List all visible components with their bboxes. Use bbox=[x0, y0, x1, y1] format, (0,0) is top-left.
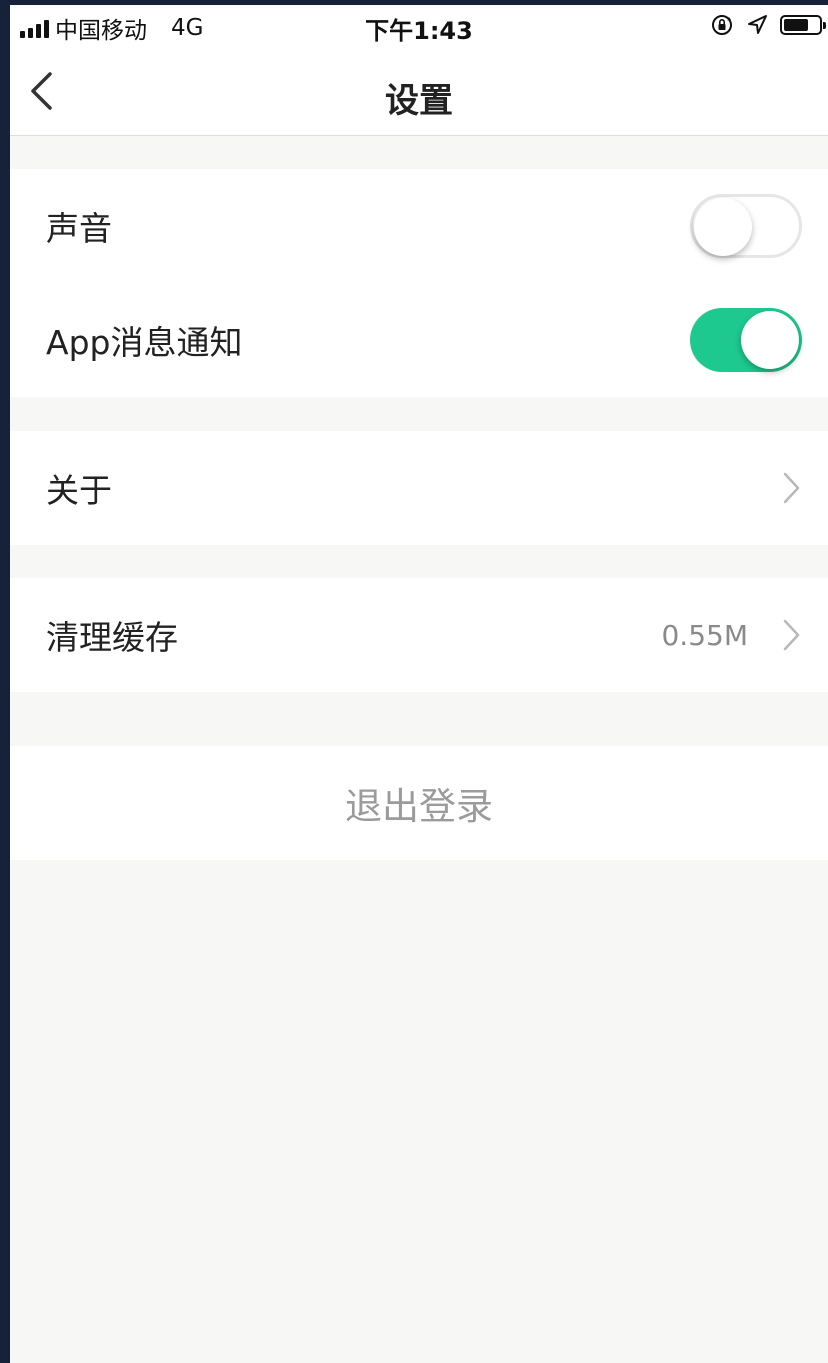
status-left: 中国移动 4G bbox=[20, 11, 203, 45]
about-label: 关于 bbox=[46, 471, 112, 510]
logout-button[interactable]: 退出登录 bbox=[10, 746, 828, 860]
orientation-lock-icon bbox=[712, 15, 732, 35]
app-notification-label: App消息通知 bbox=[46, 323, 243, 362]
sound-toggle[interactable] bbox=[690, 194, 802, 258]
status-right bbox=[710, 13, 826, 37]
page-title: 设置 bbox=[385, 81, 453, 121]
settings-group-cache: 清理缓存 0.55M bbox=[10, 578, 828, 692]
settings-group-toggles: 声音 App消息通知 bbox=[10, 169, 828, 397]
app-notification-row: App消息通知 bbox=[10, 283, 828, 397]
signal-icon bbox=[20, 18, 49, 38]
settings-group-about: 关于 bbox=[10, 431, 828, 545]
cache-size-value: 0.55M bbox=[661, 618, 748, 652]
toggle-knob bbox=[741, 311, 799, 369]
carrier-name: 中国移动 bbox=[55, 18, 147, 44]
settings-group-logout: 退出登录 bbox=[10, 746, 828, 860]
toggle-knob bbox=[694, 198, 752, 256]
clear-cache-label: 清理缓存 bbox=[46, 618, 178, 657]
navigation-bar: 设置 bbox=[10, 47, 828, 136]
battery-icon bbox=[780, 15, 826, 35]
status-bar: 中国移动 4G 下午1:43 bbox=[10, 5, 828, 47]
network-type: 4G bbox=[171, 15, 204, 41]
sound-setting-label: 声音 bbox=[46, 209, 112, 248]
chevron-right-icon bbox=[783, 619, 800, 651]
sound-setting-row: 声音 bbox=[10, 169, 828, 283]
app-screen: 中国移动 4G 下午1:43 设置 声音 App消息通知 关于 清理缓存 0.5… bbox=[10, 5, 828, 1363]
location-arrow-icon bbox=[748, 15, 767, 34]
clear-cache-row[interactable]: 清理缓存 0.55M bbox=[10, 578, 828, 692]
app-notification-toggle[interactable] bbox=[690, 308, 802, 372]
about-row[interactable]: 关于 bbox=[10, 431, 828, 545]
chevron-right-icon bbox=[783, 472, 800, 504]
